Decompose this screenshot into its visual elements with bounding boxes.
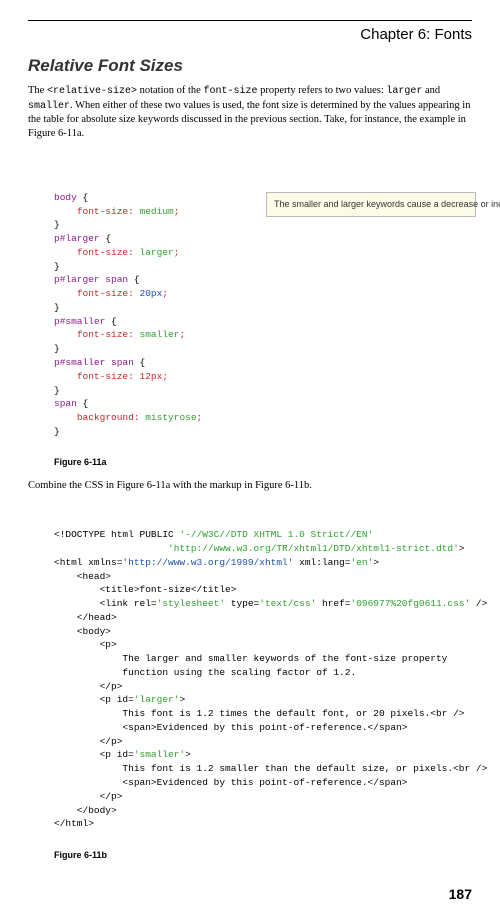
intro-paragraph: The <relative-size> notation of the font… bbox=[28, 84, 472, 141]
html-code: <!DOCTYPE html PUBLIC '-//W3C//DTD XHTML… bbox=[54, 528, 472, 831]
figure-caption-a: Figure 6-11a bbox=[54, 456, 472, 468]
css-code: body { font-size: medium; } p#larger { f… bbox=[54, 191, 472, 439]
header-rule bbox=[28, 20, 472, 21]
bridge-paragraph: Combine the CSS in Figure 6-11a with the… bbox=[28, 479, 472, 493]
callout-box: The smaller and larger keywords cause a … bbox=[266, 192, 476, 218]
code-block-css: The smaller and larger keywords cause a … bbox=[54, 150, 472, 453]
code-block-html: <!DOCTYPE html PUBLIC '-//W3C//DTD XHTML… bbox=[54, 501, 472, 845]
figure-caption-b: Figure 6-11b bbox=[54, 849, 472, 861]
page-number: 187 bbox=[28, 885, 472, 904]
chapter-title: Chapter 6: Fonts bbox=[28, 25, 472, 45]
section-title: Relative Font Sizes bbox=[28, 55, 472, 78]
